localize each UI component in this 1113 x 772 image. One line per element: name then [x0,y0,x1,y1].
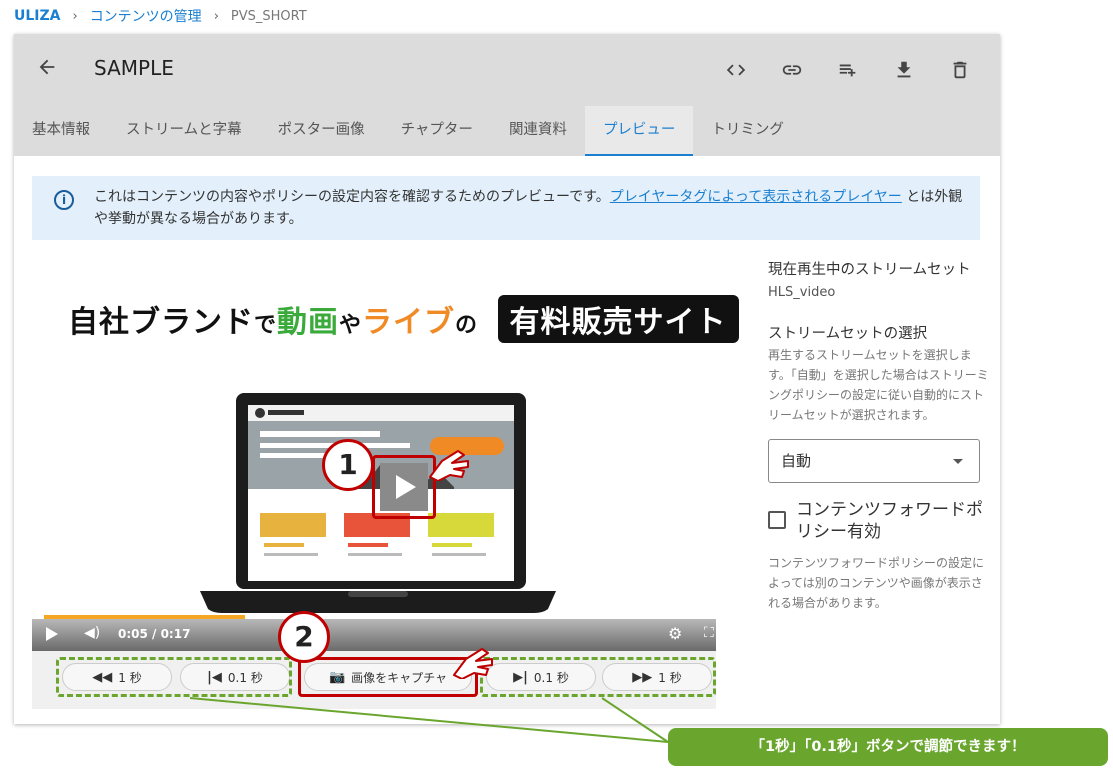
annotation-callout: 「1秒」「0.1秒」ボタンで調節できます！ [668,728,1108,766]
annotation-callout-lines [189,697,669,743]
